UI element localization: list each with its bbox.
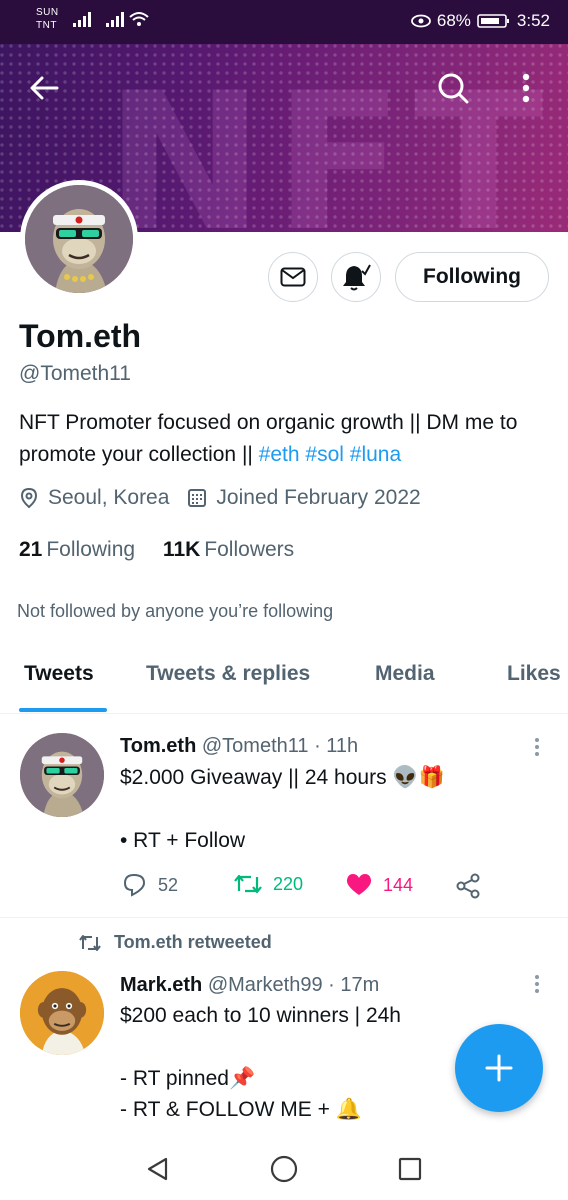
- followers-count: 11K: [162, 538, 201, 561]
- profile-name: Tom.eth: [19, 318, 142, 354]
- eye-icon: [410, 14, 431, 28]
- share-button[interactable]: [456, 873, 482, 904]
- tab-tweets[interactable]: Tweets: [24, 662, 94, 686]
- heart-icon: [346, 874, 372, 895]
- reply-icon: [123, 873, 146, 897]
- wifi-icon: [129, 12, 149, 26]
- retweet-icon: [234, 874, 262, 894]
- retweet-count: 220: [273, 873, 304, 894]
- tweet-text-line: • RT + Follow: [120, 829, 246, 852]
- retweet-button[interactable]: 220: [233, 873, 303, 895]
- signal-icon-2: [106, 12, 124, 27]
- plus-icon: [485, 1054, 513, 1082]
- location-pin-icon: [20, 487, 38, 509]
- profile-tabs: Tweets Tweets & replies Media Likes: [0, 648, 568, 714]
- tweet-author-name[interactable]: Mark.eth: [120, 974, 202, 996]
- profile-location: Seoul, Korea: [19, 486, 169, 510]
- back-arrow-icon: [30, 76, 59, 100]
- tab-likes[interactable]: Likes: [507, 662, 561, 686]
- tweet-avatar[interactable]: [20, 733, 104, 817]
- more-vertical-icon: [535, 975, 539, 993]
- location-text: Seoul, Korea: [48, 486, 170, 509]
- tweet-text: $200 each to 10 winners | 24h: [120, 1004, 401, 1027]
- more-vertical-icon: [522, 73, 530, 103]
- retweeted-by-text[interactable]: Tom.eth retweeted: [114, 932, 272, 953]
- nav-back-icon[interactable]: [145, 1156, 171, 1182]
- retweet-icon: [79, 934, 101, 951]
- tab-tweets-replies[interactable]: Tweets & replies: [146, 662, 310, 686]
- banner-text: NFT: [105, 52, 554, 232]
- joined-text: Joined February 2022: [216, 486, 421, 509]
- profile-bio: NFT Promoter focused on organic growth |…: [19, 407, 549, 471]
- bell-icon: [343, 264, 371, 291]
- notifications-button[interactable]: [331, 252, 381, 302]
- following-count: 21: [19, 538, 43, 561]
- follow-counts: 21 Following 11K Followers: [19, 538, 294, 562]
- tweet-header: Mark.eth @Marketh99 · 17m: [120, 974, 379, 997]
- tweet-header: Tom.eth @Tometh11 · 11h: [120, 735, 358, 758]
- profile-meta: Seoul, Korea Joined February 2022: [19, 486, 439, 510]
- profile-joined: Joined February 2022: [187, 486, 421, 510]
- active-tab-indicator: [19, 708, 107, 712]
- tweet-author-handle: @Marketh99: [207, 974, 323, 996]
- signal-icon: [73, 12, 91, 27]
- following-count-link[interactable]: 21 Following: [19, 538, 135, 561]
- carrier-info: SUN TNT: [36, 6, 59, 32]
- reply-count: 52: [158, 874, 179, 895]
- following-button[interactable]: Following: [395, 252, 549, 302]
- tweet-time: · 17m: [328, 974, 380, 996]
- like-button[interactable]: 144: [345, 873, 413, 897]
- compose-tweet-button[interactable]: [455, 1024, 543, 1112]
- tweet-text-line: - RT pinned📌: [120, 1067, 256, 1090]
- following-label: Following: [46, 538, 136, 561]
- more-vertical-icon: [535, 738, 539, 756]
- system-nav-bar: [0, 1136, 568, 1200]
- more-options-button[interactable]: [504, 66, 548, 110]
- status-right: 68% 3:52: [410, 11, 550, 31]
- not-followed-note: Not followed by anyone you’re following: [17, 601, 334, 621]
- back-button[interactable]: [22, 66, 66, 110]
- search-button[interactable]: [431, 66, 475, 110]
- battery-icon: [477, 14, 509, 28]
- followers-count-link[interactable]: 11K Followers: [163, 538, 294, 561]
- mail-icon: [280, 267, 306, 287]
- ape-illustration: [20, 971, 104, 1055]
- message-button[interactable]: [268, 252, 318, 302]
- share-icon: [456, 873, 480, 899]
- profile-avatar[interactable]: [20, 180, 138, 298]
- tweet-more-button[interactable]: [532, 974, 542, 994]
- hashtag-link[interactable]: #luna: [350, 443, 401, 466]
- tweet-more-button[interactable]: [532, 737, 542, 757]
- carrier-day: SUN: [36, 7, 59, 18]
- ape-illustration: [25, 185, 133, 293]
- nav-home-icon[interactable]: [270, 1155, 298, 1183]
- hashtag-link[interactable]: #sol: [305, 443, 344, 466]
- nav-recents-icon[interactable]: [398, 1157, 422, 1181]
- status-bar: SUN TNT 68% 3:52: [0, 0, 568, 44]
- tweet-time: · 11h: [314, 735, 359, 757]
- followers-label: Followers: [204, 538, 295, 561]
- tweet-author-name[interactable]: Tom.eth: [120, 735, 196, 757]
- battery-percent: 68%: [436, 11, 471, 30]
- reply-button[interactable]: 52: [122, 873, 178, 897]
- like-count: 144: [383, 874, 414, 895]
- hashtag-link[interactable]: #eth: [259, 443, 300, 466]
- profile-handle: @Tometh11: [19, 362, 131, 385]
- tweet-avatar[interactable]: [20, 971, 104, 1055]
- clock-time: 3:52: [516, 11, 550, 30]
- calendar-icon: [188, 489, 207, 507]
- search-icon: [438, 73, 469, 104]
- carrier-name: TNT: [36, 20, 57, 31]
- tab-media[interactable]: Media: [375, 662, 435, 686]
- tweet-text: $2.000 Giveaway || 24 hours 👽🎁: [120, 766, 445, 789]
- tweet-author-handle: @Tometh11: [201, 735, 309, 757]
- ape-illustration: [20, 733, 104, 817]
- tweet[interactable]: Tom.eth @Tometh11 · 11h $2.000 Giveaway …: [0, 715, 568, 917]
- tweet-text-line: - RT & FOLLOW ME + 🔔: [120, 1098, 362, 1121]
- retweet-context: Tom.eth retweeted: [78, 932, 272, 953]
- ape-avatar-image: [25, 185, 133, 293]
